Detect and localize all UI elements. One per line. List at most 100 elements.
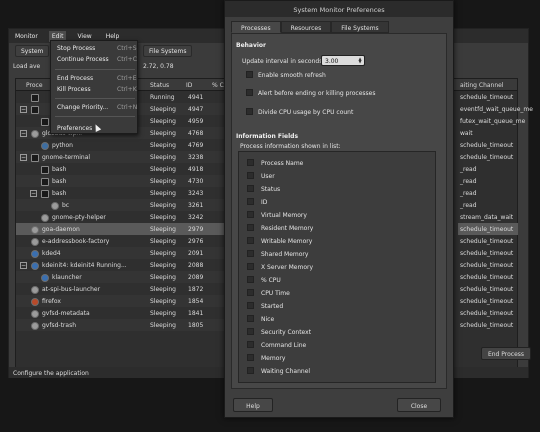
waiting-channel-cell[interactable]: _read xyxy=(458,175,518,187)
table-row[interactable]: bc Sleeping 3261 xyxy=(16,199,226,211)
field-row[interactable]: X Server Memory xyxy=(239,260,435,273)
tab-file-systems[interactable]: File Systems xyxy=(143,45,193,57)
field-row[interactable]: User xyxy=(239,169,435,182)
field-row[interactable]: % CPU xyxy=(239,273,435,286)
field-row[interactable]: Virtual Memory xyxy=(239,208,435,221)
tab-file-systems-prefs[interactable]: File Systems xyxy=(331,21,389,33)
table-row[interactable]: bash Sleeping 4730 xyxy=(16,175,226,187)
expander-icon[interactable]: − xyxy=(20,154,27,161)
divide-cpu-checkbox[interactable] xyxy=(246,108,253,115)
end-process-button[interactable]: End Process xyxy=(481,347,531,360)
menu-item-end-process[interactable]: End Process xyxy=(57,75,93,82)
waiting-channel-cell[interactable]: schedule_timeout xyxy=(458,319,518,331)
field-row[interactable]: CPU Time xyxy=(239,286,435,299)
tab-processes[interactable]: Processes xyxy=(231,21,281,33)
close-button[interactable]: Close xyxy=(397,398,441,412)
field-checkbox[interactable] xyxy=(247,250,254,257)
waiting-channel-cell[interactable]: wait xyxy=(458,127,518,139)
waiting-channel-cell[interactable]: schedule_timeout xyxy=(458,247,518,259)
smooth-refresh-checkbox[interactable] xyxy=(246,71,253,78)
field-row[interactable]: Security Context xyxy=(239,325,435,338)
tab-resources[interactable]: Resources xyxy=(280,21,332,33)
field-row[interactable]: Resident Memory xyxy=(239,221,435,234)
table-row[interactable]: python Sleeping 4769 xyxy=(16,139,226,151)
waiting-channel-cell[interactable]: schedule_timeout xyxy=(458,139,518,151)
update-interval-spinner[interactable]: 3.00 ▲ ▼ xyxy=(321,55,365,66)
table-row[interactable]: firefox Sleeping 1854 xyxy=(16,295,226,307)
field-checkbox[interactable] xyxy=(247,159,254,166)
column-waiting-channel[interactable]: aiting Channel xyxy=(460,82,504,89)
field-checkbox[interactable] xyxy=(247,185,254,192)
field-row[interactable]: Status xyxy=(239,182,435,195)
field-row[interactable]: Command Line xyxy=(239,338,435,351)
field-row[interactable]: Process Name xyxy=(239,156,435,169)
help-button[interactable]: Help xyxy=(233,398,273,412)
table-row[interactable]: gnome-pty-helper Sleeping 3242 xyxy=(16,211,226,223)
field-checkbox[interactable] xyxy=(247,289,254,296)
field-checkbox[interactable] xyxy=(247,263,254,270)
table-row[interactable]: e-addressbook-factory Sleeping 2976 xyxy=(16,235,226,247)
menu-view[interactable]: View xyxy=(77,33,91,40)
menu-item-continue-process[interactable]: Continue Process xyxy=(57,56,109,63)
waiting-channel-cell[interactable]: schedule_timeout xyxy=(458,307,518,319)
expander-icon[interactable]: − xyxy=(20,262,27,269)
waiting-channel-cell[interactable]: eventfd_wait_queue_me xyxy=(458,103,533,115)
table-row[interactable]: goa-daemon Sleeping 2979 xyxy=(16,223,226,235)
menu-monitor[interactable]: Monitor xyxy=(15,33,38,40)
waiting-channel-cell[interactable]: _read xyxy=(458,163,518,175)
column-status[interactable]: Status xyxy=(150,82,169,89)
field-row[interactable]: Nice xyxy=(239,312,435,325)
expander-icon[interactable]: − xyxy=(20,130,27,137)
expander-icon[interactable]: − xyxy=(20,106,27,113)
table-row[interactable]: at-spi-bus-launcher Sleeping 1872 xyxy=(16,283,226,295)
menu-help[interactable]: Help xyxy=(106,33,120,40)
field-checkbox[interactable] xyxy=(247,302,254,309)
column-id[interactable]: ID xyxy=(186,82,192,89)
field-row[interactable]: Started xyxy=(239,299,435,312)
tab-system[interactable]: System xyxy=(15,45,50,57)
table-row[interactable]: − bash Sleeping 3243 xyxy=(16,187,226,199)
table-row[interactable]: kded4 Sleeping 2091 xyxy=(16,247,226,259)
field-checkbox[interactable] xyxy=(247,315,254,322)
expander-icon[interactable]: − xyxy=(30,190,37,197)
field-checkbox[interactable] xyxy=(247,224,254,231)
waiting-channel-cell[interactable]: schedule_timeout xyxy=(458,259,518,271)
field-row[interactable]: ID xyxy=(239,195,435,208)
menu-item-stop-process[interactable]: Stop Process xyxy=(57,45,95,52)
field-checkbox[interactable] xyxy=(247,211,254,218)
field-checkbox[interactable] xyxy=(247,354,254,361)
waiting-channel-cell[interactable]: schedule_timeout xyxy=(458,295,518,307)
waiting-channel-cell[interactable]: _read xyxy=(458,187,518,199)
table-row[interactable]: klauncher Sleeping 2089 xyxy=(16,271,226,283)
field-row[interactable]: Writable Memory xyxy=(239,234,435,247)
table-row[interactable]: − kdeinit4: kdeinit4 Running... Sleeping 20… xyxy=(16,259,226,271)
menu-item-preferences[interactable]: Preferences xyxy=(57,125,92,132)
waiting-channel-cell[interactable]: schedule_timeout xyxy=(458,151,518,163)
field-checkbox[interactable] xyxy=(247,367,254,374)
field-checkbox[interactable] xyxy=(247,341,254,348)
field-checkbox[interactable] xyxy=(247,198,254,205)
table-row[interactable]: − gnome-terminal Sleeping 3238 xyxy=(16,151,226,163)
menu-item-kill-process[interactable]: Kill Process xyxy=(57,86,91,93)
menu-item-change-priority[interactable]: Change Priority... xyxy=(57,104,108,111)
alert-before-ending-checkbox[interactable] xyxy=(246,89,253,96)
waiting-channel-cell[interactable]: futex_wait_queue_me xyxy=(458,115,525,127)
waiting-channel-cell[interactable]: stream_data_wait xyxy=(458,211,518,223)
spin-arrows-icon[interactable]: ▲ ▼ xyxy=(357,57,363,64)
field-row[interactable]: Memory xyxy=(239,351,435,364)
table-row[interactable]: bash Sleeping 4918 xyxy=(16,163,226,175)
waiting-channel-cell[interactable]: schedule_timeout xyxy=(458,271,518,283)
field-checkbox[interactable] xyxy=(247,237,254,244)
waiting-channel-cell[interactable]: schedule_timeout xyxy=(458,235,518,247)
waiting-channel-cell[interactable]: schedule_timeout xyxy=(458,91,518,103)
field-checkbox[interactable] xyxy=(247,172,254,179)
column-process-name[interactable]: Proce xyxy=(26,82,43,89)
table-row[interactable]: gvfsd-trash Sleeping 1805 xyxy=(16,319,226,331)
field-row[interactable]: Shared Memory xyxy=(239,247,435,260)
field-checkbox[interactable] xyxy=(247,276,254,283)
waiting-channel-cell[interactable]: _read xyxy=(458,199,518,211)
table-row[interactable]: gvfsd-metadata Sleeping 1841 xyxy=(16,307,226,319)
field-checkbox[interactable] xyxy=(247,328,254,335)
field-row[interactable]: Waiting Channel xyxy=(239,364,435,377)
waiting-channel-cell[interactable]: schedule_timeout xyxy=(458,283,518,295)
